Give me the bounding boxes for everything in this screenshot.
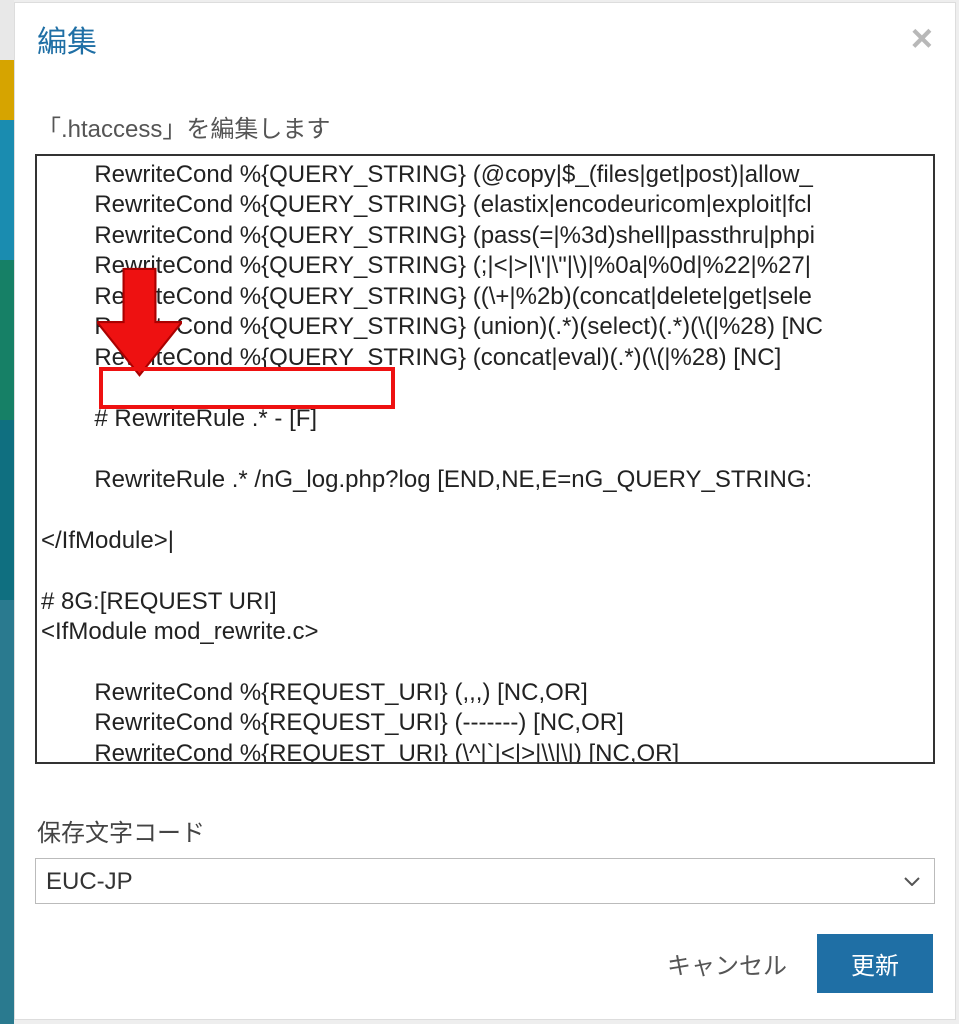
close-icon[interactable]: × bbox=[911, 20, 933, 58]
edit-modal: 編集 × 「.htaccess」を編集します 保存文字コード EUC-JP キャ… bbox=[14, 2, 956, 1020]
htaccess-editor[interactable] bbox=[35, 154, 935, 764]
modal-title: 編集 bbox=[37, 17, 97, 61]
editor-wrap bbox=[35, 154, 935, 775]
submit-button[interactable]: 更新 bbox=[817, 934, 933, 993]
modal-body: 「.htaccess」を編集します 保存文字コード EUC-JP bbox=[15, 71, 955, 904]
left-color-strip bbox=[0, 0, 14, 1024]
editor-subtitle: 「.htaccess」を編集します bbox=[37, 109, 935, 144]
modal-footer: キャンセル 更新 bbox=[15, 904, 955, 1019]
encoding-select[interactable]: EUC-JP bbox=[35, 858, 935, 904]
cancel-button[interactable]: キャンセル bbox=[667, 946, 787, 981]
encoding-label: 保存文字コード bbox=[37, 813, 935, 848]
modal-header: 編集 × bbox=[15, 3, 955, 71]
app-backdrop: 編集 × 「.htaccess」を編集します 保存文字コード EUC-JP キャ… bbox=[0, 0, 959, 1024]
